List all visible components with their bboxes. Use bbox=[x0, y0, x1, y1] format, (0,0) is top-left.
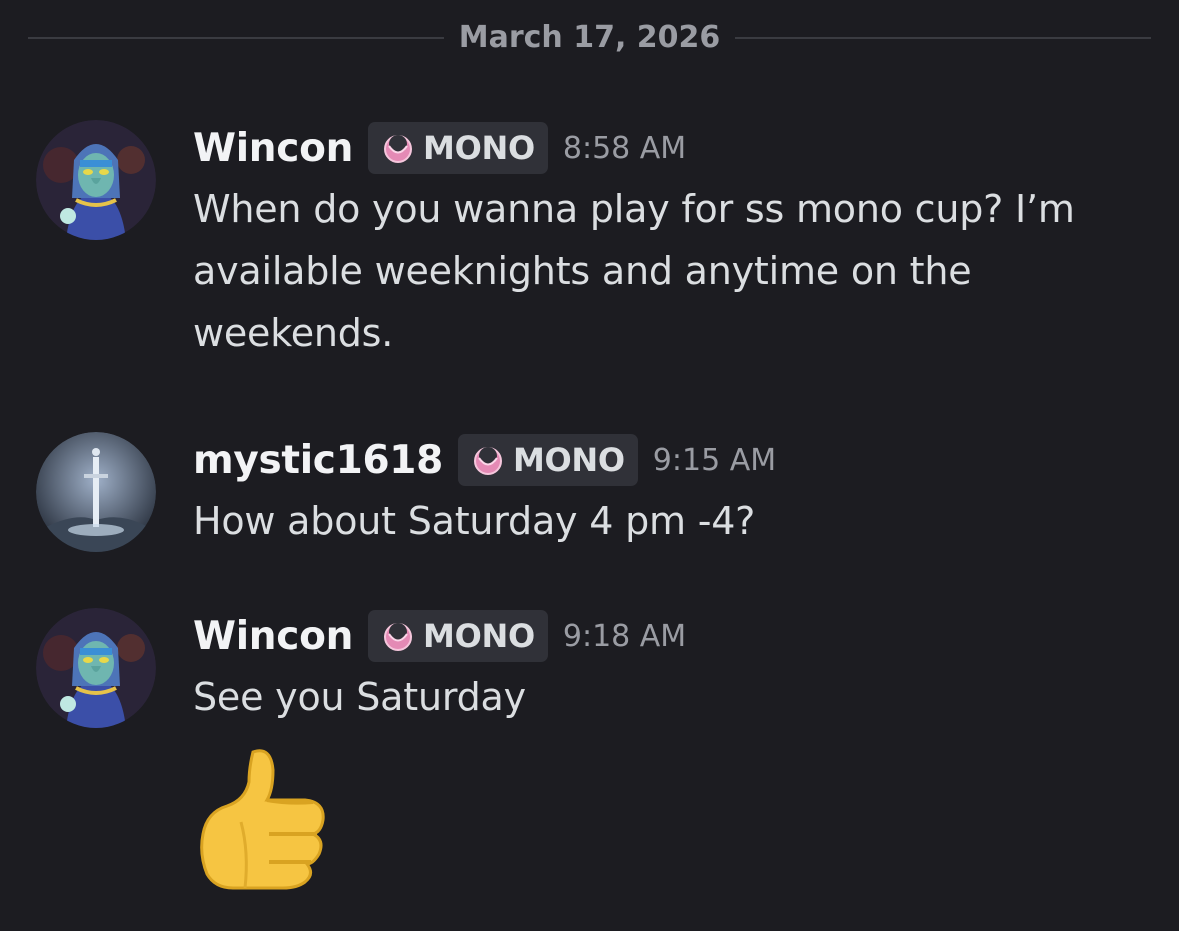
server-tag[interactable]: MONO bbox=[368, 610, 548, 662]
message-text: See you Saturday bbox=[193, 666, 1159, 728]
thumbs-up-emoji bbox=[200, 749, 325, 890]
message-line: available weeknights and anytime on the bbox=[193, 249, 972, 293]
tag-label: MONO bbox=[512, 441, 625, 479]
message-line: When do you wanna play for ss mono cup? … bbox=[193, 187, 1075, 231]
author-name[interactable]: mystic1618 bbox=[193, 438, 443, 483]
message-text: When do you wanna play for ss mono cup? … bbox=[193, 178, 1159, 364]
avatar-wincon[interactable] bbox=[36, 608, 156, 728]
message-line: See you Saturday bbox=[193, 675, 526, 719]
avatar-wincon[interactable] bbox=[36, 120, 156, 240]
mono-tag-icon bbox=[384, 135, 413, 163]
author-name[interactable]: Wincon bbox=[193, 126, 353, 171]
avatar-mystic1618[interactable] bbox=[36, 432, 156, 552]
timestamp: 9:18 AM bbox=[562, 618, 687, 654]
tag-label: MONO bbox=[423, 129, 535, 167]
date-divider: March 17, 2026 bbox=[28, 18, 1151, 58]
divider-line-right bbox=[735, 37, 1151, 39]
timestamp: 8:58 AM bbox=[562, 130, 687, 166]
message-line: How about Saturday 4 pm -4? bbox=[193, 499, 756, 543]
message-text: How about Saturday 4 pm -4? bbox=[193, 490, 1159, 552]
server-tag[interactable]: MONO bbox=[457, 434, 638, 486]
mono-tag-icon bbox=[473, 447, 502, 475]
server-tag[interactable]: MONO bbox=[368, 122, 548, 174]
message-line: weekends. bbox=[193, 311, 394, 355]
tag-label: MONO bbox=[423, 617, 535, 655]
mono-tag-icon bbox=[384, 623, 413, 651]
author-name[interactable]: Wincon bbox=[193, 614, 353, 659]
timestamp: 9:15 AM bbox=[652, 442, 777, 478]
